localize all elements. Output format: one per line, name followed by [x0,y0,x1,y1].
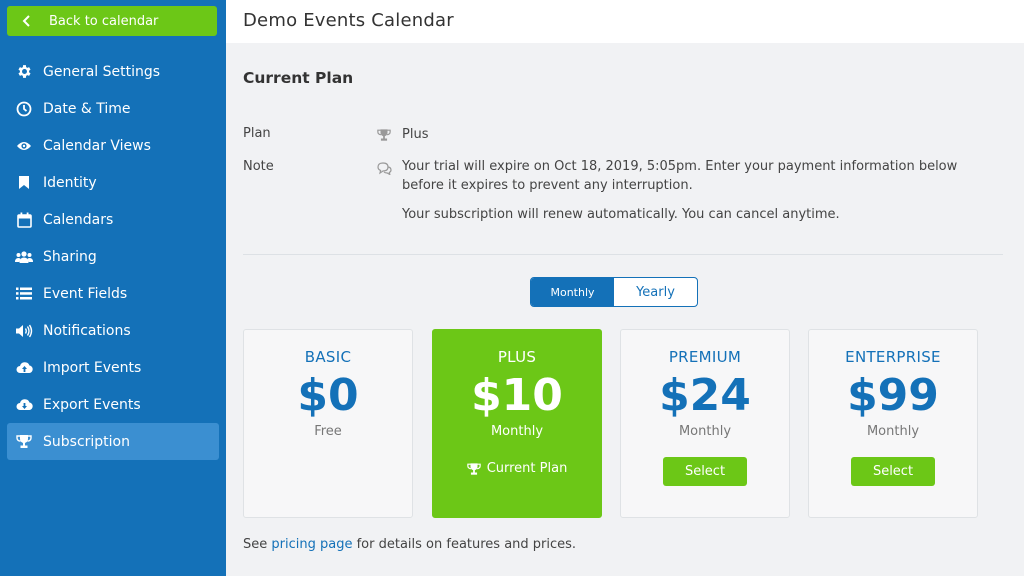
sidebar-item-label: Identity [43,174,97,191]
comments-icon [376,160,392,176]
pricing-note: See pricing page for details on features… [243,537,576,552]
clock-icon [15,100,33,118]
pricing-note-prefix: See [243,537,268,552]
sidebar-item-label: Notifications [43,322,131,339]
gear-icon [15,63,33,81]
plan-name: BASIC [304,348,352,366]
eye-icon [15,137,33,155]
current-plan-label: Current Plan [486,461,568,476]
sidebar-item-notifications[interactable]: Notifications [7,312,219,349]
sidebar-item-label: Date & Time [43,100,131,117]
sidebar-item-label: General Settings [43,63,161,80]
main-content: Current Plan Plan Plus Note Your trial w… [226,43,1024,576]
sidebar-item-identity[interactable]: Identity [7,164,219,201]
current-plan-tag: Current Plan [433,461,601,476]
sidebar-item-label: Subscription [43,433,130,450]
plan-card-premium: PREMIUM $24 Monthly Select [620,329,790,518]
select-enterprise-button[interactable]: Select [851,457,935,486]
sidebar-item-general-settings[interactable]: General Settings [7,53,219,90]
plan-price: $99 [847,370,939,421]
sidebar-item-label: Event Fields [43,285,128,302]
cloud-upload-icon [15,359,33,377]
sidebar-item-date-time[interactable]: Date & Time [7,90,219,127]
sidebar-item-label: Export Events [43,396,141,413]
note-label: Note [243,159,274,174]
plan-period: Monthly [490,424,544,439]
list-icon [15,285,33,303]
bookmark-icon [15,174,33,192]
note-renew-text: Your subscription will renew automatical… [402,207,840,222]
plan-price: $0 [297,370,359,421]
plan-period: Monthly [866,424,920,439]
note-trial-text: Your trial will expire on Oct 18, 2019, … [402,159,958,193]
volume-icon [15,322,33,340]
plan-price: $24 [659,370,751,421]
trophy-icon [466,462,481,476]
page-header: Demo Events Calendar [226,0,1024,43]
sidebar-item-event-fields[interactable]: Event Fields [7,275,219,312]
plan-value: Plus [402,127,429,142]
plan-name: PREMIUM [668,348,742,366]
pricing-note-suffix: for details on features and prices. [356,537,577,552]
sidebar-item-label: Calendar Views [43,137,151,154]
plan-period: Monthly [678,424,732,439]
back-to-calendar-button[interactable]: Back to calendar [7,6,217,36]
sidebar-item-calendar-views[interactable]: Calendar Views [7,127,219,164]
billing-period-toggle: Monthly Yearly [530,277,698,307]
pricing-page-link[interactable]: pricing page [271,537,352,552]
sidebar-item-label: Sharing [43,248,97,265]
cloud-download-icon [15,396,33,414]
users-icon [15,248,33,266]
select-premium-button[interactable]: Select [663,457,747,486]
trophy-icon [376,127,392,143]
plan-name: PLUS [497,348,537,366]
sidebar-item-calendars[interactable]: Calendars [7,201,219,238]
plan-period: Free [314,424,342,439]
yearly-toggle-option[interactable]: Yearly [614,278,697,306]
plan-label: Plan [243,126,271,141]
monthly-toggle-option[interactable]: Monthly [531,278,614,306]
plan-card-enterprise: ENTERPRISE $99 Monthly Select [808,329,978,518]
sidebar-item-label: Import Events [43,359,142,376]
trophy-icon [15,433,33,451]
plan-price: $10 [471,370,563,421]
current-plan-title: Current Plan [243,69,354,87]
chevron-left-icon [19,13,35,29]
calendar-icon [15,211,33,229]
sidebar: Back to calendar General Settings Date &… [0,0,226,576]
sidebar-item-import-events[interactable]: Import Events [7,349,219,386]
divider [243,254,1003,255]
back-label: Back to calendar [49,13,159,29]
sidebar-item-export-events[interactable]: Export Events [7,386,219,423]
sidebar-item-sharing[interactable]: Sharing [7,238,219,275]
sidebar-item-label: Calendars [43,211,114,228]
sidebar-item-subscription[interactable]: Subscription [7,423,219,460]
plan-card-plus: PLUS $10 Monthly Current Plan [432,329,602,518]
sidebar-nav: General Settings Date & Time Calendar Vi… [0,53,226,460]
plan-card-basic: BASIC $0 Free [243,329,413,518]
page-title: Demo Events Calendar [243,10,454,31]
plan-name: ENTERPRISE [845,348,941,366]
